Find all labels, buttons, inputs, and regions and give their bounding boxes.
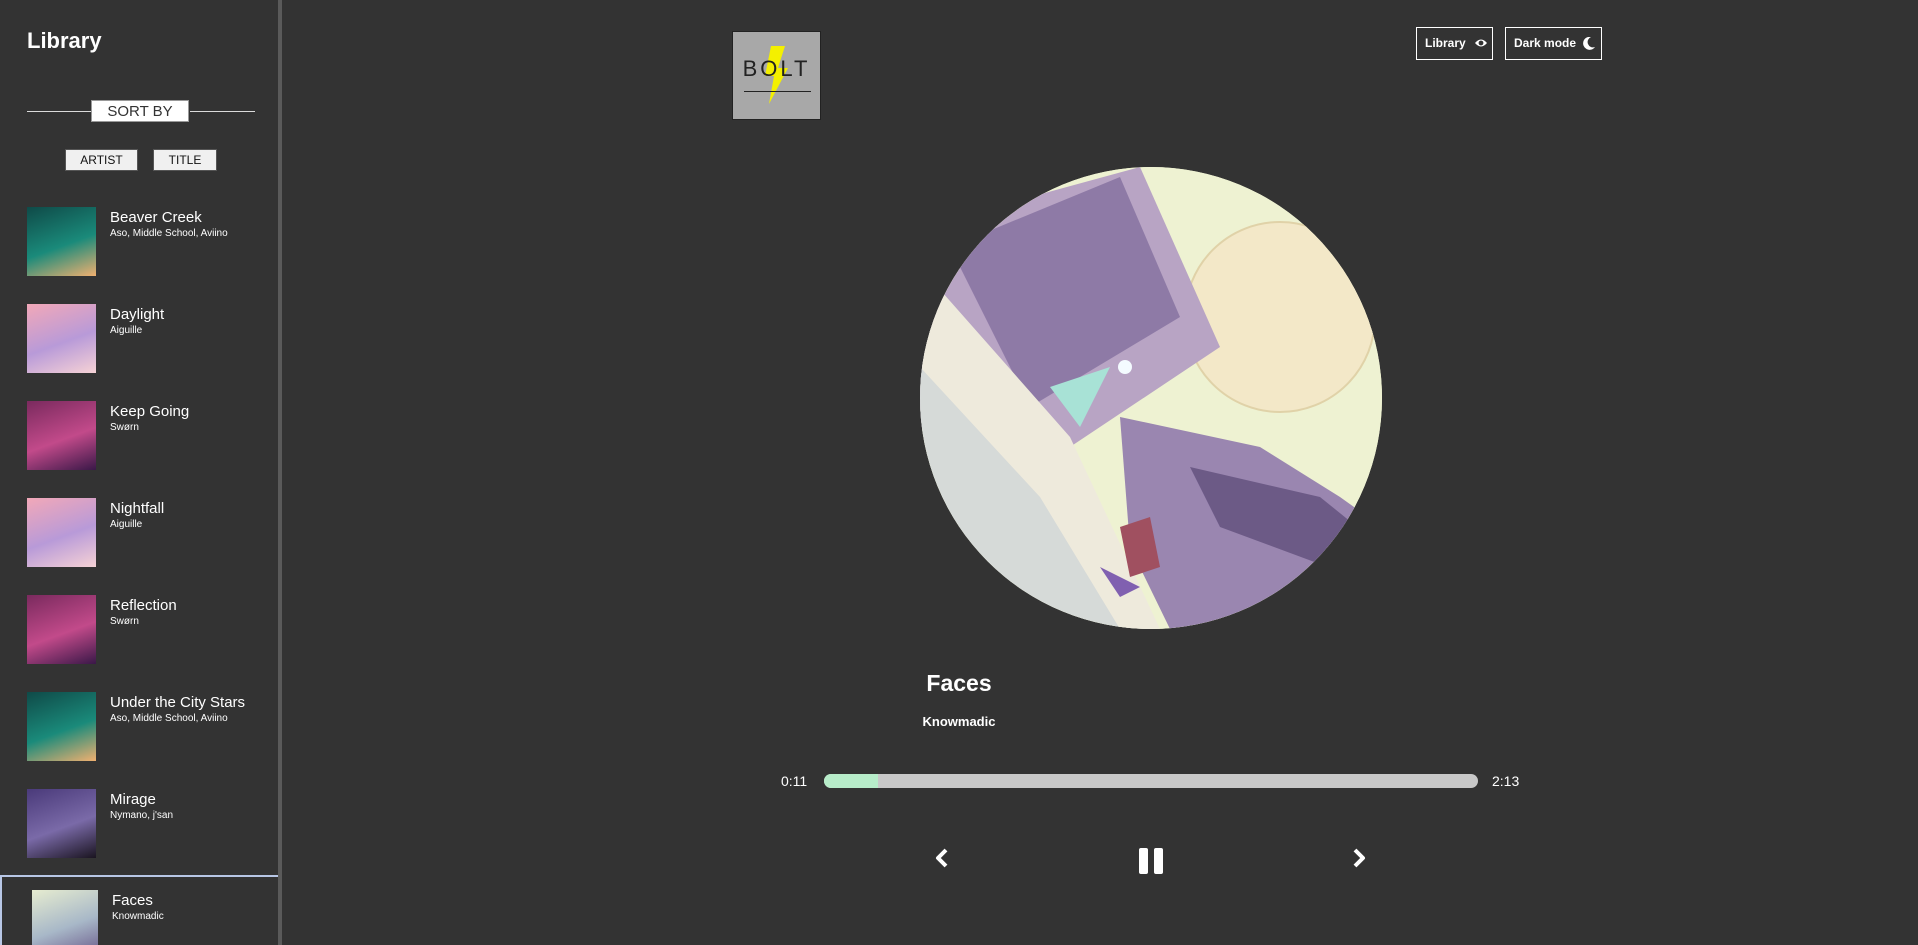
- album-cover-thumbnail: [27, 498, 96, 567]
- song-title: Reflection: [110, 597, 177, 614]
- song-title: Daylight: [110, 306, 165, 323]
- album-art-illustration: [920, 167, 1382, 629]
- song-artist: Knowmadic: [112, 911, 164, 922]
- library-button-label: Library: [1425, 36, 1466, 50]
- pause-icon[interactable]: [1137, 846, 1165, 876]
- song-title: Keep Going: [110, 403, 190, 420]
- sort-by-label: SORT BY: [91, 100, 189, 122]
- dark-mode-label: Dark mode: [1514, 36, 1577, 50]
- song-artist: Aiguille: [110, 519, 143, 530]
- sort-title-button[interactable]: TITLE: [153, 149, 217, 171]
- song-artist: Swørn: [110, 422, 139, 433]
- sort-artist-button[interactable]: ARTIST: [65, 149, 138, 171]
- divider: [190, 111, 255, 112]
- song-artist: Aiguille: [110, 325, 143, 336]
- eye-icon: [1475, 39, 1487, 47]
- album-cover-thumbnail: [27, 304, 96, 373]
- song-title: Beaver Creek: [110, 209, 202, 226]
- now-playing-artist: Knowmadic: [922, 714, 996, 729]
- song-title: Faces: [112, 892, 153, 909]
- bolt-logo: BOLT: [732, 31, 821, 120]
- library-sidebar: Library SORT BY ARTIST TITLE Beaver Cree…: [0, 0, 282, 945]
- divider: [27, 111, 92, 112]
- song-list-item[interactable]: Nightfall Aiguille: [0, 498, 278, 595]
- sort-by-header: SORT BY: [27, 100, 255, 124]
- song-list-item[interactable]: Mirage Nymano, j'san: [0, 789, 278, 886]
- current-time: 0:11: [781, 773, 808, 789]
- progress-bar[interactable]: [824, 774, 1478, 788]
- chevron-left-icon[interactable]: [935, 848, 949, 868]
- song-list-item[interactable]: Daylight Aiguille: [0, 304, 278, 401]
- song-list-item[interactable]: Keep Going Swørn: [0, 401, 278, 498]
- logo-underline: [744, 91, 811, 92]
- song-list-item[interactable]: Under the City Stars Aso, Middle School, …: [0, 692, 278, 789]
- song-artist: Aso, Middle School, Aviino: [110, 228, 228, 239]
- album-cover-thumbnail: [27, 207, 96, 276]
- progress-fill: [824, 774, 879, 788]
- library-title: Library: [27, 28, 102, 53]
- album-cover-thumbnail: [27, 401, 96, 470]
- dark-mode-button[interactable]: Dark mode: [1505, 27, 1602, 60]
- album-cover-thumbnail: [32, 890, 98, 945]
- album-cover-thumbnail: [27, 789, 96, 858]
- song-artist: Nymano, j'san: [110, 810, 174, 821]
- song-artist: Swørn: [110, 616, 139, 627]
- song-title: Mirage: [110, 791, 156, 808]
- song-list-item[interactable]: Beaver Creek Aso, Middle School, Aviino: [0, 207, 278, 304]
- now-playing-title: Faces: [926, 670, 992, 696]
- moon-icon: [1583, 37, 1595, 50]
- song-title: Nightfall: [110, 500, 165, 517]
- logo-text: BOLT: [742, 56, 811, 81]
- total-time: 2:13: [1492, 773, 1520, 789]
- album-art-disc: [920, 167, 1382, 629]
- library-toggle-button[interactable]: Library: [1416, 27, 1493, 60]
- chevron-right-icon[interactable]: [1352, 848, 1366, 868]
- song-list-item[interactable]: Faces Knowmadic: [0, 875, 278, 945]
- album-cover-thumbnail: [27, 595, 96, 664]
